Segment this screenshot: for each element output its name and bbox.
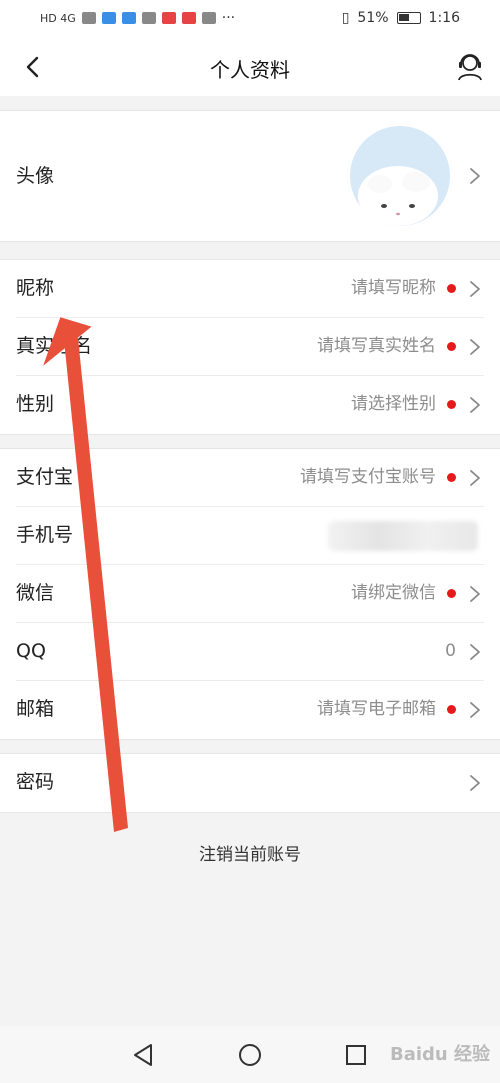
- list-item-nickname[interactable]: 昵称 请填写昵称: [16, 260, 484, 318]
- security-section: 密码: [0, 753, 500, 813]
- phone-value-redacted: [328, 521, 478, 551]
- avatar-section: 头像: [0, 110, 500, 242]
- email-value: 请填写电子邮箱: [317, 699, 436, 719]
- clock: 1:16: [428, 10, 460, 26]
- list-item-phone[interactable]: 手机号: [16, 507, 484, 565]
- battery-percent: 51%: [357, 10, 389, 26]
- chevron-right-icon: [470, 281, 480, 297]
- chevron-right-icon: [470, 470, 480, 486]
- cloud-icon: [121, 12, 136, 24]
- wechat-value: 请绑定微信: [351, 583, 436, 603]
- list-item-email[interactable]: 邮箱 请填写电子邮箱: [16, 681, 484, 739]
- vibrate-icon: ▯: [341, 10, 350, 26]
- nickname-label: 昵称: [16, 277, 55, 299]
- signal-icon: [81, 12, 96, 24]
- alipay-label: 支付宝: [16, 466, 74, 488]
- list-item-qq[interactable]: QQ 0: [16, 623, 484, 681]
- real-name-label: 真实姓名: [16, 335, 93, 357]
- nav-bar: 个人资料: [0, 38, 500, 96]
- avatar-row[interactable]: 头像: [16, 111, 484, 241]
- logout-account-button[interactable]: 注销当前账号: [0, 840, 500, 865]
- chevron-right-icon: [470, 644, 480, 660]
- password-label: 密码: [16, 771, 55, 793]
- basic-info-section: 昵称 请填写昵称 真实姓名 请填写真实姓名 性别 请选择性别: [0, 259, 500, 435]
- alipay-value: 请填写支付宝账号: [300, 467, 436, 487]
- qq-value: 0: [445, 641, 456, 661]
- status-bar: HD 4G ··· ▯ 51% 1:16: [0, 0, 500, 38]
- list-item-alipay[interactable]: 支付宝 请填写支付宝账号: [16, 449, 484, 507]
- message-icon: [201, 12, 216, 24]
- required-dot: [447, 400, 456, 409]
- list-item-password[interactable]: 密码: [16, 754, 484, 812]
- required-dot: [447, 473, 456, 482]
- battery-icon: [396, 12, 421, 24]
- chevron-right-icon: [470, 168, 480, 184]
- home-circle-icon[interactable]: [237, 1042, 263, 1068]
- list-item-real-name[interactable]: 真实姓名 请填写真实姓名: [16, 318, 484, 376]
- chevron-right-icon: [470, 586, 480, 602]
- avatar-image-icon: [358, 166, 438, 226]
- list-item-gender[interactable]: 性别 请选择性别: [16, 376, 484, 434]
- page-title: 个人资料: [210, 58, 290, 82]
- status-icons-left: HD 4G ···: [40, 10, 235, 26]
- more-notifications: ···: [221, 10, 236, 26]
- wechat-label: 微信: [16, 582, 55, 604]
- recent-apps-square-icon[interactable]: [343, 1042, 369, 1068]
- customer-service-icon[interactable]: [454, 50, 486, 82]
- phone-label: 手机号: [16, 524, 74, 546]
- app-notification-icon: [141, 12, 156, 24]
- required-dot: [447, 705, 456, 714]
- watermark-logo: Baidu 经验: [389, 1044, 490, 1065]
- required-dot: [447, 342, 456, 351]
- avatar-label: 头像: [16, 165, 55, 187]
- app-notification-red-icon: [161, 12, 176, 24]
- nickname-value: 请填写昵称: [351, 278, 436, 298]
- chevron-right-icon: [470, 339, 480, 355]
- wifi-icon: [101, 12, 116, 24]
- network-indicator: HD 4G: [40, 11, 76, 25]
- status-icons-right: ▯ 51% 1:16: [342, 10, 460, 26]
- account-section: 支付宝 请填写支付宝账号 手机号 微信 请绑定微信 QQ 0 邮箱 请填写电子邮…: [0, 448, 500, 740]
- chevron-right-icon: [470, 702, 480, 718]
- avatar: [350, 126, 450, 226]
- required-dot: [447, 589, 456, 598]
- back-triangle-icon[interactable]: [131, 1042, 157, 1068]
- gender-label: 性别: [16, 393, 55, 415]
- chevron-right-icon: [470, 397, 480, 413]
- list-item-wechat[interactable]: 微信 请绑定微信: [16, 565, 484, 623]
- real-name-value: 请填写真实姓名: [317, 336, 436, 356]
- gift-notification-icon: [181, 12, 196, 24]
- chevron-right-icon: [470, 775, 480, 791]
- qq-label: QQ: [16, 640, 46, 662]
- required-dot: [447, 284, 456, 293]
- gender-value: 请选择性别: [351, 394, 436, 414]
- email-label: 邮箱: [16, 698, 55, 720]
